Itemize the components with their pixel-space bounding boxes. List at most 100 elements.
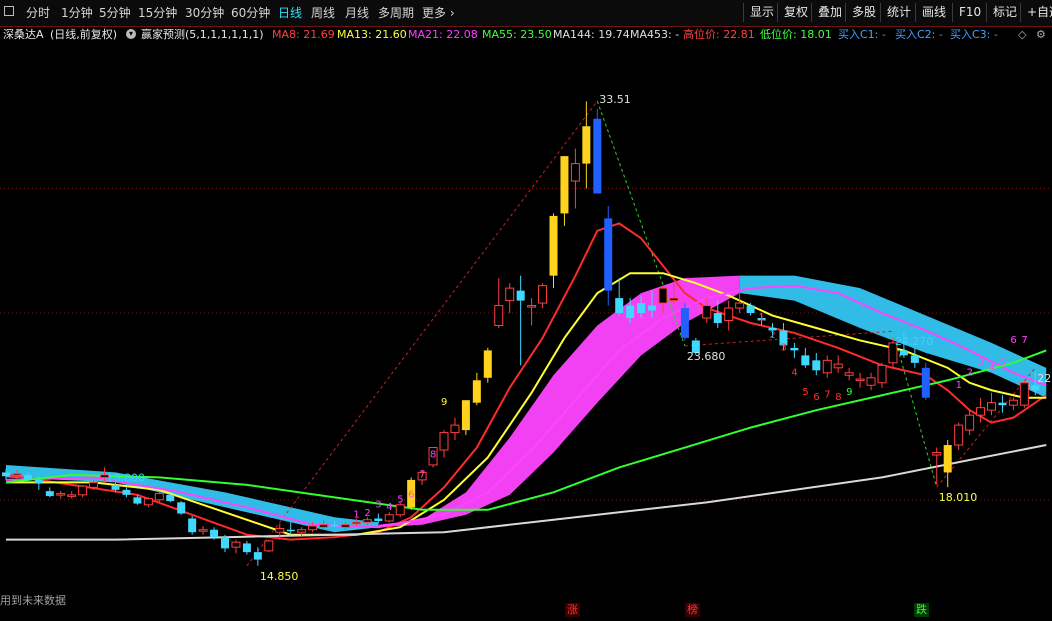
stock-name: 深桑达A: [3, 28, 44, 41]
candle-body: [395, 504, 405, 516]
period-tab[interactable]: 5分钟: [99, 5, 131, 21]
candle-body: [790, 347, 799, 351]
period-tab[interactable]: 15分钟: [138, 5, 177, 21]
candle-body: [702, 305, 712, 319]
window-square-icon[interactable]: [4, 6, 14, 16]
candle-body: [210, 529, 219, 538]
candle-body: [669, 297, 679, 302]
event-mark[interactable]: 涨: [565, 603, 580, 617]
period-tab[interactable]: 60分钟: [231, 5, 270, 21]
toolbar-button[interactable]: 显示: [743, 3, 780, 22]
candle-body: [724, 307, 734, 322]
indicator-value: MA13: 21.60: [337, 28, 407, 41]
event-mark[interactable]: 跌: [914, 603, 929, 617]
candle-body: [680, 308, 689, 338]
sequence-count: 7: [824, 390, 830, 401]
candle-body: [494, 305, 504, 326]
toolbar-button[interactable]: 多股: [845, 3, 882, 22]
sequence-count: 2: [364, 508, 370, 519]
sequence-count: 2: [967, 367, 973, 378]
candle-body: [45, 491, 54, 497]
candle-body: [78, 485, 88, 496]
sequence-count: 6: [408, 489, 414, 500]
indicator-value: MA8: 21.69: [272, 28, 335, 41]
toolbar-button[interactable]: 标记: [986, 3, 1023, 22]
indicator-value: MA453: -: [630, 28, 680, 41]
period-tab[interactable]: 分时: [26, 5, 50, 21]
candle-body: [976, 407, 986, 416]
candle-body: [549, 215, 558, 276]
period-tab[interactable]: 月线: [345, 5, 369, 21]
sequence-count: 4: [386, 502, 392, 513]
toolbar-button[interactable]: 复权: [777, 3, 814, 22]
toolbar-button[interactable]: F10: [952, 3, 987, 22]
candle-body: [221, 537, 229, 549]
candle-body: [648, 305, 657, 311]
indicator-info-bar: 深桑达A (日线,前复权) ▾ 赢家预测(5,1,1,1,1,1,1) MA8:…: [0, 26, 1052, 43]
candle-body: [2, 472, 10, 477]
price-label: 33.51: [599, 93, 631, 106]
period-tab[interactable]: 周线: [311, 5, 335, 21]
sequence-count: 7: [419, 469, 425, 480]
candle-body: [910, 355, 919, 363]
candle-body: [801, 355, 810, 366]
candle-body: [987, 402, 996, 411]
candle-body: [198, 529, 208, 532]
sequence-count: 1: [353, 509, 359, 520]
candlestick-chart[interactable]: 33.51 18.800 14.850 23.680 24.270 18.010 22.8 1…: [0, 43, 1052, 591]
price-label: 18.010: [939, 491, 978, 504]
period-tab[interactable]: 30分钟: [185, 5, 224, 21]
candle-body: [56, 493, 66, 496]
future-data-note: 用到未来数据: [0, 594, 66, 607]
toolbar-button[interactable]: 统计: [880, 3, 917, 22]
gear-icon[interactable]: ⚙: [1036, 26, 1046, 43]
period-tab[interactable]: 更多 ›: [422, 5, 455, 21]
candle-body: [264, 540, 274, 552]
diamond-icon[interactable]: ◇: [1018, 26, 1026, 43]
candle-body: [1031, 385, 1040, 391]
period-tab[interactable]: 多周期: [378, 5, 414, 21]
candle-body: [319, 524, 329, 528]
period-tab[interactable]: 日线: [278, 5, 302, 21]
toolbar-button[interactable]: 叠加: [811, 3, 848, 22]
indicator-value: 买入C3: -: [950, 28, 998, 41]
toolbar-button[interactable]: 画线: [915, 3, 952, 22]
period-toolbar: 分时 1分钟 5分钟 15分钟 30分钟 60分钟 日线 周线 月线 多周期 更多 › 显示 复权 叠加…: [0, 0, 1052, 27]
indicator-value: MA21: 22.08: [408, 28, 478, 41]
sequence-count: 9: [441, 397, 447, 408]
sequence-count: 3: [780, 342, 786, 353]
candle-body: [242, 543, 251, 553]
candle-body: [899, 350, 908, 356]
candle-body: [626, 305, 635, 319]
candle-body: [998, 402, 1007, 406]
indicator-name[interactable]: 赢家预测(5,1,1,1,1,1,1): [141, 26, 264, 43]
sequence-count: 4: [791, 367, 797, 378]
candle-body: [822, 359, 832, 374]
indicator-value: 低位价: 18.01: [760, 28, 832, 41]
candle-body: [122, 489, 131, 495]
sequence-count: 8: [835, 392, 841, 403]
candle-body: [275, 527, 285, 533]
candle-body: [461, 400, 470, 431]
toolbar-button[interactable]: +自选: [1020, 3, 1052, 22]
candle-body: [67, 494, 77, 497]
candle-body: [374, 518, 383, 521]
candle-body: [844, 372, 854, 376]
candle-body: [12, 473, 22, 476]
candle-body: [560, 156, 569, 214]
chevron-down-icon[interactable]: ▾: [126, 29, 136, 39]
candle-body: [34, 479, 43, 484]
indicator-value: 高位价: 22.81: [683, 28, 755, 41]
candle-body: [746, 305, 755, 314]
candle-body: [954, 424, 964, 446]
candle-body: [362, 519, 372, 523]
event-mark[interactable]: 榜: [685, 603, 700, 617]
sequence-count: 6: [813, 392, 819, 403]
candle-body: [23, 474, 32, 480]
candle-body: [177, 502, 186, 514]
sequence-count: 2: [770, 330, 776, 341]
price-label: 24.270: [895, 335, 934, 348]
candle-body: [593, 118, 602, 194]
candle-body: [921, 367, 930, 398]
period-tab[interactable]: 1分钟: [61, 5, 93, 21]
